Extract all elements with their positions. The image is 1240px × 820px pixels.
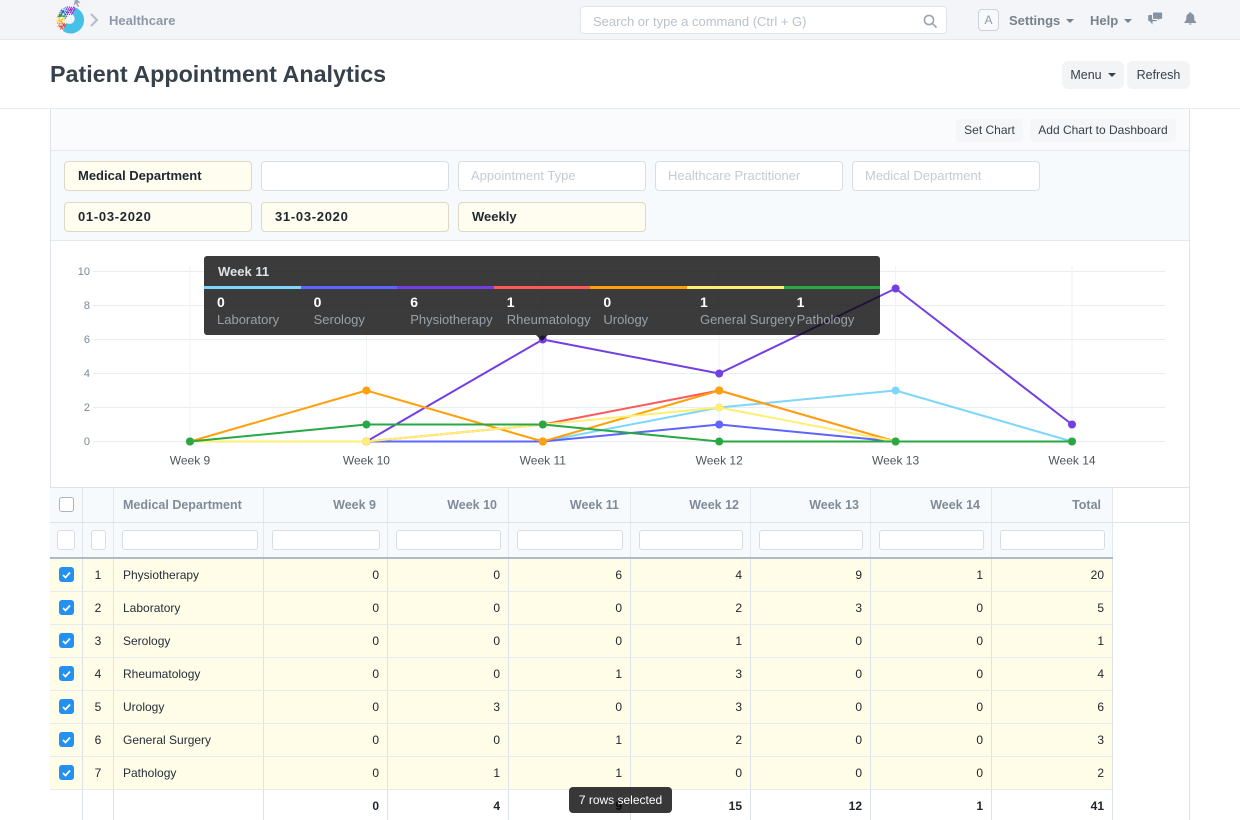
svg-text:Week 10: Week 10 xyxy=(343,454,390,468)
svg-text:10: 10 xyxy=(78,266,90,278)
svg-text:Week 13: Week 13 xyxy=(872,454,919,468)
svg-text:0: 0 xyxy=(84,436,90,448)
svg-text:6: 6 xyxy=(84,334,90,346)
svg-text:4: 4 xyxy=(84,368,90,380)
svg-text:Week 11: Week 11 xyxy=(520,454,567,468)
svg-text:Week 14: Week 14 xyxy=(1048,454,1095,468)
svg-text:Week 9: Week 9 xyxy=(170,454,211,468)
svg-text:Week 12: Week 12 xyxy=(696,454,743,468)
svg-text:2: 2 xyxy=(84,402,90,414)
svg-text:8: 8 xyxy=(84,300,90,312)
